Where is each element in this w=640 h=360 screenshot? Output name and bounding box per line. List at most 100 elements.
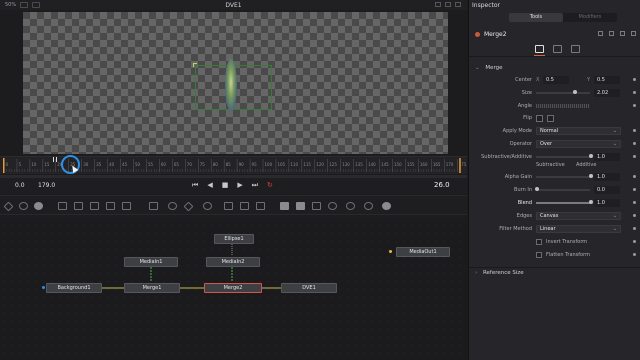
tool-merge3d-icon[interactable] [312,202,321,210]
tab-modifiers[interactable]: Modifiers [563,13,617,22]
size-slider[interactable] [536,92,590,94]
burn-in-slider[interactable] [536,189,590,191]
tool-text-icon[interactable] [122,202,131,210]
keyframe-icon[interactable] [633,227,636,230]
node-merge1[interactable]: Merge1 [124,283,180,293]
playhead-marker[interactable] [53,157,57,162]
tool-background-icon[interactable] [58,202,67,210]
edges-dropdown[interactable]: Canvas ⌄ [536,212,621,220]
node-background1[interactable]: Background1 [46,283,102,293]
keyframe-icon[interactable] [633,214,636,217]
tool-transform-icon[interactable] [106,202,115,210]
play-reverse-icon[interactable]: ◀ [207,181,212,190]
tool-polygon-mask-icon[interactable] [183,201,194,212]
node-enable-icon[interactable] [598,31,603,36]
keyframe-icon[interactable] [633,91,636,94]
tool-fog-icon[interactable] [382,202,391,210]
burn-in-knob[interactable] [535,187,539,191]
keyframe-icon[interactable] [633,175,636,178]
section-merge[interactable]: ⌄ Merge [469,63,640,73]
keyframe-icon[interactable] [633,104,636,107]
tool-camera3d-icon[interactable] [328,202,337,210]
range-marker[interactable] [459,158,461,173]
keyframe-icon[interactable] [633,188,636,191]
tool-color-icon[interactable] [34,202,43,210]
apply-mode-dropdown[interactable]: Normal ⌄ [536,127,621,135]
center-y-field[interactable]: 0.5 [594,76,620,84]
blend-field[interactable]: 1.0 [594,199,620,207]
tool-blur-icon[interactable] [19,202,28,210]
node-pin-icon[interactable] [620,31,625,36]
range-start[interactable]: 0.0 [15,182,25,189]
node-ellipse1[interactable]: Ellipse1 [214,234,254,244]
tool-loader-icon[interactable] [74,202,83,210]
burn-in-field[interactable]: 0.0 [594,186,620,194]
keyframe-icon[interactable] [633,155,636,158]
tool-ellipse-mask-icon[interactable] [168,202,177,210]
merge-tab-icon[interactable] [535,45,544,53]
tool-particle-emitter-icon[interactable] [224,202,233,210]
size-slider-knob[interactable] [573,90,577,94]
range-marker[interactable] [3,158,5,173]
tool-render3d-icon[interactable] [364,202,373,210]
inspector-node-row[interactable]: Merge2 [469,28,640,40]
viewer-roi-icon[interactable] [435,2,441,7]
channels-tab-icon[interactable] [553,45,562,53]
node-reset-icon[interactable] [631,31,636,36]
tool-bspline-icon[interactable] [203,202,212,210]
go-to-start-icon[interactable]: ⏮ [192,181,198,190]
tab-tools[interactable]: Tools [509,13,563,22]
tool-rectangle-mask-icon[interactable] [149,202,158,210]
range-end[interactable]: 179.0 [38,182,55,189]
node-mediain2[interactable]: MediaIn2 [206,257,260,267]
tool-paint-icon[interactable] [3,201,14,212]
keyframe-icon[interactable] [633,201,636,204]
node-mediaout1[interactable]: MediaOut1 [396,247,450,257]
tool-merge-icon[interactable] [90,202,99,210]
go-to-end-icon[interactable]: ⏭ [252,181,258,190]
output-port-icon[interactable] [389,250,392,253]
flip-vertical-icon[interactable] [547,115,554,122]
tool-light-icon[interactable] [346,202,355,210]
blend-knob[interactable] [589,200,593,204]
keyframe-icon[interactable] [633,142,636,145]
flatten-transform-checkbox[interactable] [536,252,542,258]
node-mediain1[interactable]: MediaIn1 [124,257,178,267]
subadd-slider[interactable] [536,156,590,158]
keyframe-icon[interactable] [633,78,636,81]
viewer-canvas[interactable] [23,12,448,154]
alpha-gain-slider[interactable] [536,176,590,178]
alpha-gain-field[interactable]: 1.0 [594,173,620,181]
center-x-field[interactable]: 0.5 [543,76,569,84]
tool-particle-render-icon[interactable] [240,202,249,210]
keyframe-icon[interactable] [633,253,636,256]
play-forward-icon[interactable]: ▶ [237,181,242,190]
blend-slider[interactable] [536,202,590,204]
node-merge2[interactable]: Merge2 [204,283,262,293]
node-lock-icon[interactable] [609,31,614,36]
alpha-gain-knob[interactable] [589,174,593,178]
section-reference-size[interactable]: › Reference Size [469,267,640,278]
filter-dropdown[interactable]: Linear ⌄ [536,225,621,233]
angle-dial[interactable] [536,104,590,108]
keyframe-icon[interactable] [633,129,636,132]
current-frame[interactable]: 26.0 [434,181,450,189]
loop-icon[interactable]: ↻ [267,181,273,190]
input-port-icon[interactable] [42,286,45,289]
subadd-slider-knob[interactable] [589,154,593,158]
settings-tab-icon[interactable] [571,45,580,53]
node-dve1[interactable]: DVE1 [281,283,337,293]
viewer-more-icon[interactable] [455,2,461,7]
flip-horizontal-icon[interactable] [536,115,543,122]
corner-handle-icon[interactable] [193,63,197,67]
node-editor[interactable]: Ellipse1 MediaIn1 MediaIn2 MediaOut1 Bac… [0,222,467,360]
tool-particle-icon[interactable] [256,202,265,210]
invert-transform-checkbox[interactable] [536,239,542,245]
keyframe-icon[interactable] [633,240,636,243]
viewer-channel-icon[interactable] [445,2,451,7]
stop-icon[interactable]: ■ [222,181,229,190]
operator-dropdown[interactable]: Over ⌄ [536,140,621,148]
tool-text3d-icon[interactable] [296,202,305,210]
size-field[interactable]: 2.02 [594,89,620,97]
tool-shape3d-icon[interactable] [280,202,289,210]
